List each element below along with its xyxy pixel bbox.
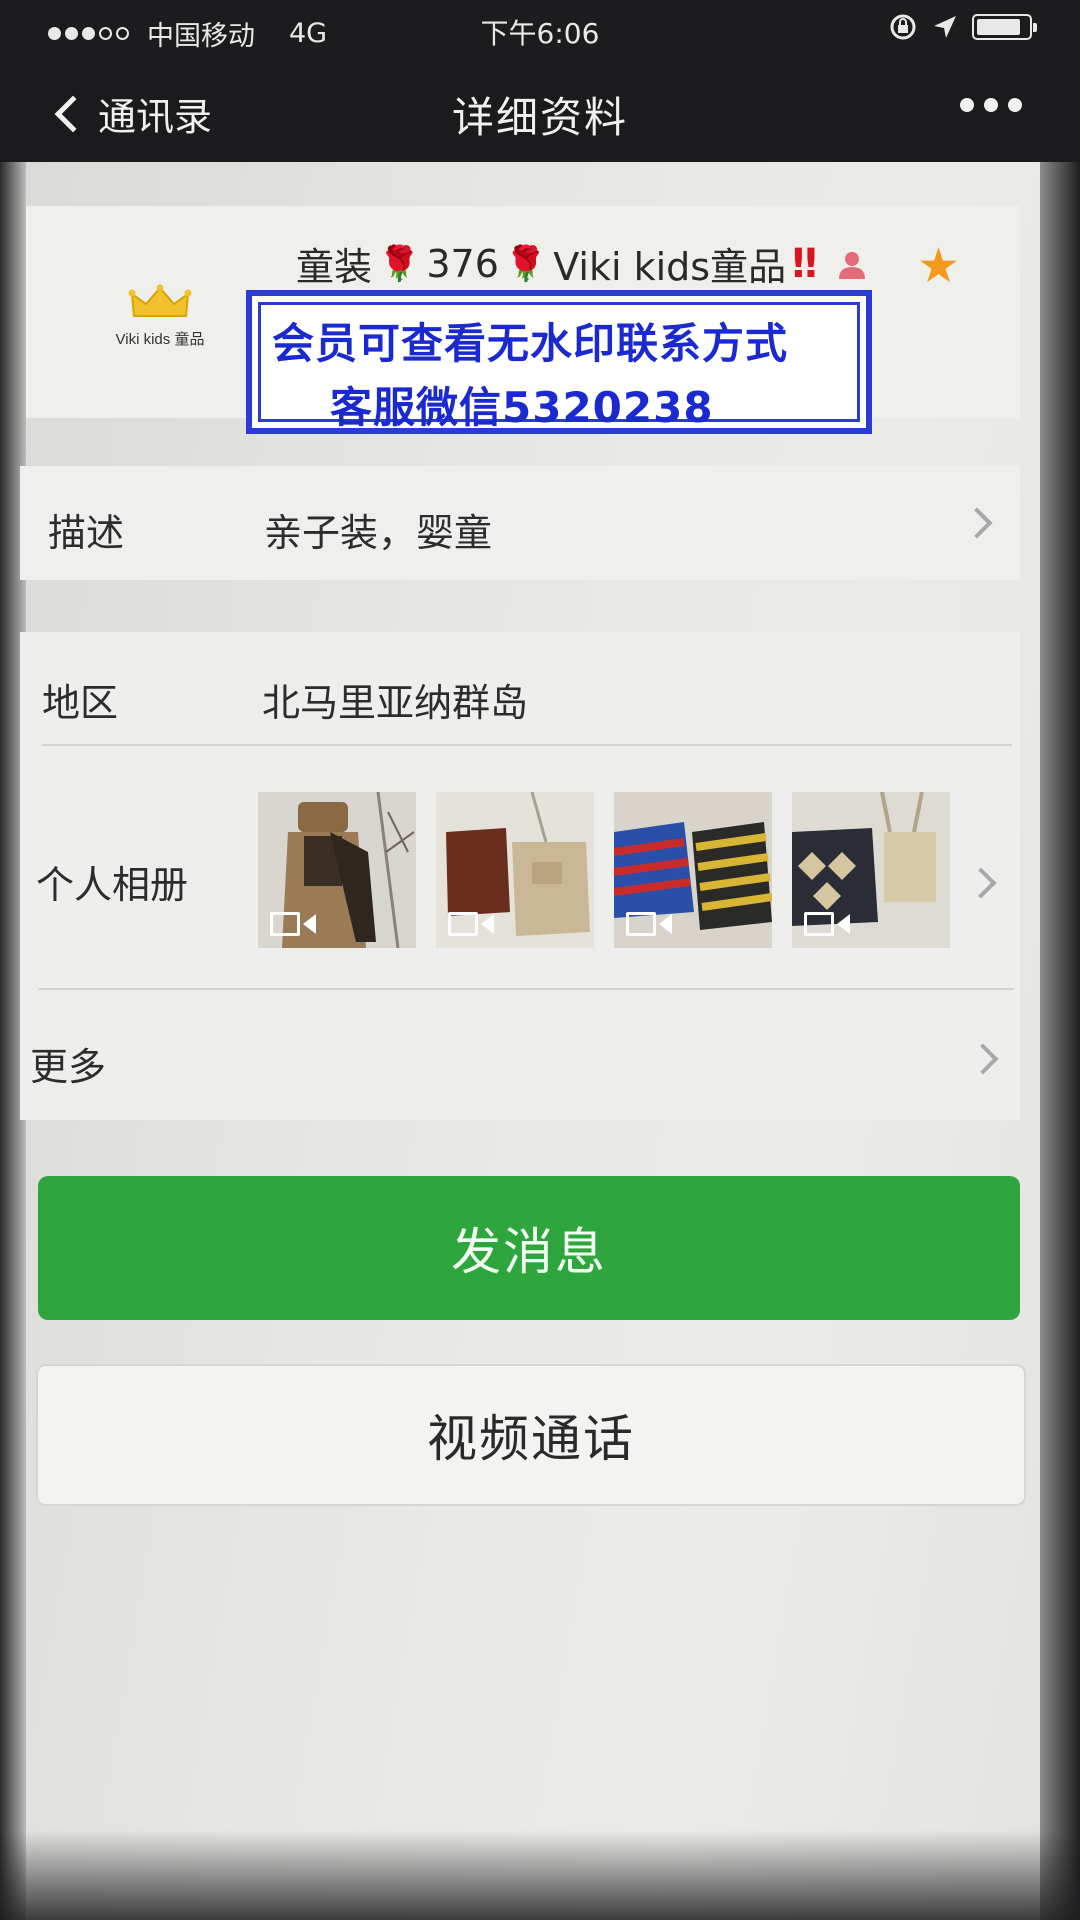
watermark-banner: 会员可查看无水印联系方式 客服微信5320238: [246, 290, 872, 434]
description-row[interactable]: 描述 亲子装，婴童: [20, 466, 1020, 580]
send-message-button[interactable]: 发消息: [38, 1176, 1020, 1320]
description-label: 描述: [48, 511, 125, 555]
video-icon: [270, 912, 316, 936]
album-thumb-4[interactable]: [792, 792, 950, 948]
album-label: 个人相册: [36, 863, 189, 907]
avatar[interactable]: Viki kids 童品: [86, 256, 234, 376]
battery-fill: [977, 19, 1020, 35]
more-label[interactable]: 更多: [30, 1036, 106, 1091]
more-options-button[interactable]: [960, 98, 1022, 112]
more-dot-icon: [984, 98, 998, 112]
female-gender-icon: [839, 251, 866, 279]
status-right: [888, 12, 1037, 42]
divider: [42, 744, 1012, 746]
chevron-right-icon[interactable]: [967, 1043, 999, 1075]
bottom-shadow: [0, 1830, 1080, 1920]
status-bar: 中国移动 4G 下午6:06: [0, 0, 1080, 62]
location-icon: [934, 16, 956, 38]
chevron-right-icon: [961, 507, 993, 539]
watermark-line2: 客服微信5320238: [330, 383, 714, 432]
chevron-right-icon: [965, 867, 997, 899]
album-thumb-3[interactable]: [614, 792, 772, 948]
video-call-button[interactable]: 视频通话: [36, 1364, 1026, 1506]
album-thumb-2[interactable]: [436, 792, 594, 948]
bezel-right: [1040, 162, 1080, 1920]
rose-icon: 🌹: [504, 243, 548, 284]
profile-name: 童装 🌹 376 🌹 Viki kids童品 ‼: [296, 236, 869, 291]
album-thumb-1[interactable]: [258, 792, 416, 948]
region-label: 地区: [42, 681, 119, 725]
star-icon[interactable]: ★: [917, 238, 960, 294]
crown-logo-icon: [128, 284, 192, 320]
region-value: 北马里亚纳群岛: [262, 681, 529, 725]
watermark-line1: 会员可查看无水印联系方式: [272, 319, 789, 368]
name-suffix: Viki kids童品: [553, 245, 787, 289]
page-title: 详细资料: [451, 93, 628, 142]
video-icon: [804, 912, 850, 936]
double-exclamation-icon: ‼: [792, 240, 818, 287]
name-number: 376: [426, 241, 499, 286]
video-icon: [626, 912, 672, 936]
avatar-text: Viki kids 童品: [115, 330, 205, 348]
nav-bar: 通讯录 详细资料: [0, 62, 1080, 162]
screen: 中国移动 4G 下午6:06 通讯录 详细资料 Viki kids 童品 童装 …: [0, 0, 1080, 1920]
rose-icon: 🌹: [378, 243, 421, 284]
name-prefix: 童装: [296, 245, 373, 289]
album-thumbnails[interactable]: [258, 792, 950, 948]
video-icon: [448, 912, 494, 936]
info-card: 地区 北马里亚纳群岛 个人相册 更多: [20, 632, 1020, 1120]
rotation-lock-icon: [890, 14, 916, 40]
description-value: 亲子装，婴童: [264, 511, 493, 555]
battery-icon: [972, 14, 1037, 40]
more-dot-icon: [1008, 98, 1022, 112]
divider: [38, 988, 1014, 990]
more-dot-icon: [960, 98, 974, 112]
